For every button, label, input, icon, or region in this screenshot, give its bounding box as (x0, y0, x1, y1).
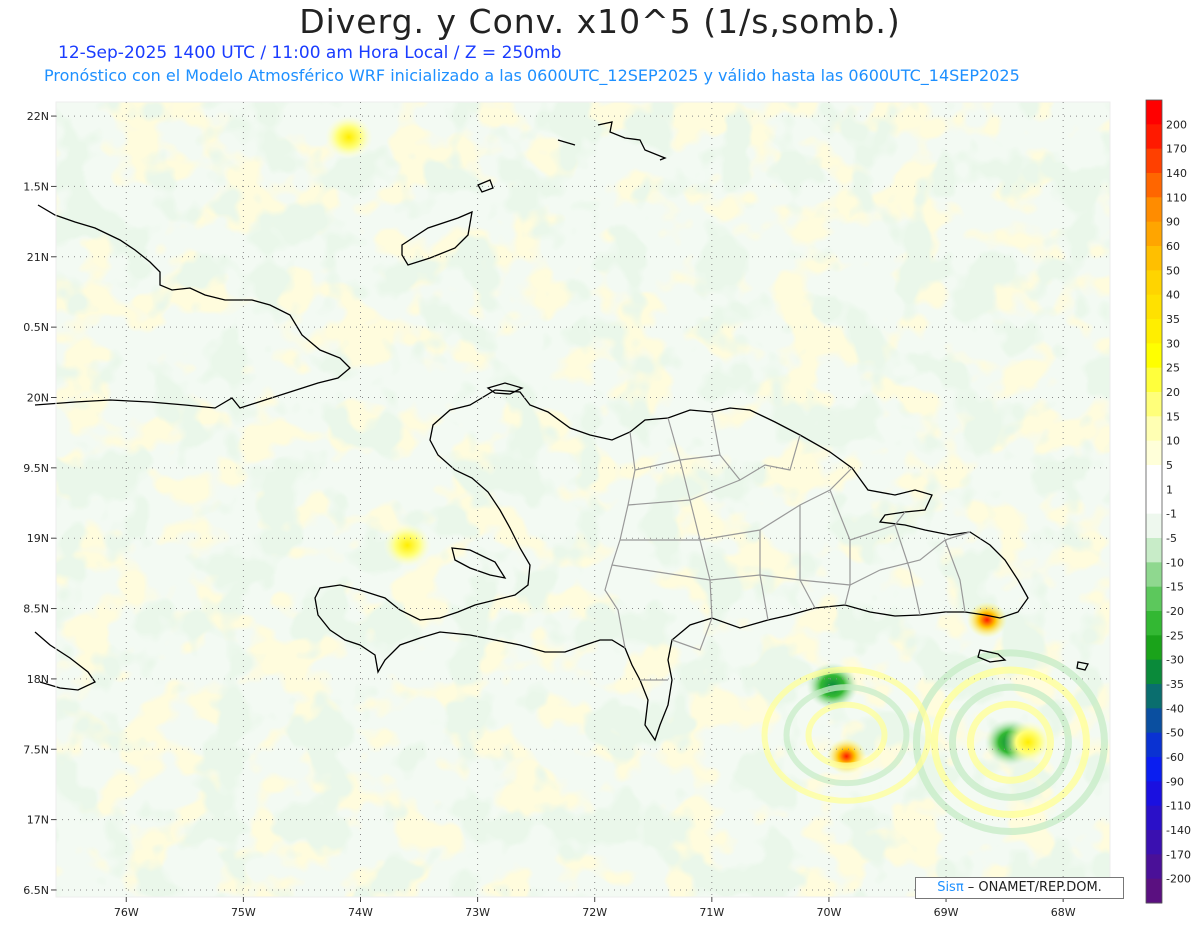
colorbar-swatch (1146, 562, 1162, 588)
lat-tick-label: 19N (27, 532, 49, 545)
colorbar-swatch (1146, 148, 1162, 174)
colorbar-level-label: 50 (1166, 264, 1180, 277)
colorbar-swatch (1146, 684, 1162, 709)
colorbar-level-label: 60 (1166, 240, 1180, 253)
colorbar-swatch (1146, 732, 1162, 758)
field-feature (324, 115, 373, 159)
colorbar-swatch (1146, 197, 1162, 223)
colorbar-swatch (1146, 246, 1162, 271)
lon-tick-label: 74W (348, 906, 373, 919)
colorbar-level-label: -25 (1166, 629, 1184, 642)
colorbar-level-label: 5 (1166, 459, 1173, 472)
colorbar-level-label: -40 (1166, 702, 1184, 715)
lat-tick-label: 21N (27, 251, 49, 264)
colorbar-swatch (1146, 440, 1162, 466)
colorbar-level-label: 1 (1166, 483, 1173, 496)
colorbar-swatch (1146, 173, 1162, 198)
colorbar-swatch (1146, 635, 1162, 661)
lat-tick-label: 17N (27, 814, 49, 827)
lat-tick-label: 1.5N (23, 180, 49, 193)
colorbar-level-label: -5 (1166, 532, 1177, 545)
lon-tick-label: 69W (934, 906, 959, 919)
sispi-logo-text: Sisπ (937, 880, 964, 895)
lon-tick-label: 70W (816, 906, 841, 919)
colorbar-swatch (1146, 367, 1162, 393)
colorbar-level-label: -110 (1166, 800, 1191, 813)
colorbar-level-label: -20 (1166, 605, 1184, 618)
lat-tick-label: 9.5N (23, 462, 49, 475)
colorbar-level-label: -200 (1166, 873, 1191, 886)
colorbar-swatch (1146, 124, 1162, 150)
lat-tick-label: 7.5N (23, 743, 49, 756)
divergence-field (56, 102, 1110, 897)
colorbar-level-label: 10 (1166, 435, 1180, 448)
colorbar-level-label: 25 (1166, 362, 1180, 375)
colorbar-swatch (1146, 294, 1162, 320)
lat-tick-label: 20N (27, 391, 49, 404)
colorbar-swatch (1146, 513, 1162, 539)
colorbar-swatch (1146, 489, 1162, 515)
colorbar-level-label: -10 (1166, 556, 1184, 569)
colorbar-level-label: 200 (1166, 118, 1187, 131)
colorbar-level-label: -30 (1166, 654, 1184, 667)
latitude-axis: 22N 1.5N 21N 0.5N 20N 9.5N 19N 8.5N 18N 7.5N 17N 6.… (23, 110, 56, 897)
lat-tick-label: 6.5N (23, 884, 49, 897)
lon-tick-label: 73W (465, 906, 490, 919)
colorbar-swatch (1146, 100, 1162, 125)
colorbar-level-label: 170 (1166, 143, 1187, 156)
colorbar-level-label: 20 (1166, 386, 1180, 399)
colorbar-swatch (1146, 878, 1162, 904)
colorbar-swatch (1146, 392, 1162, 417)
colorbar-level-label: -1 (1166, 508, 1177, 521)
colorbar-swatch (1146, 708, 1162, 734)
colorbar-level-label: -35 (1166, 678, 1184, 691)
colorbar-level-label: -50 (1166, 727, 1184, 740)
colorbar-level-label: 140 (1166, 167, 1187, 180)
colorbar-level-label: -170 (1166, 848, 1191, 861)
colorbar-swatch (1146, 659, 1162, 685)
colorbar-swatch (1146, 465, 1162, 490)
longitude-axis: 76W 75W 74W 73W 72W 71W 70W 69W 68W (114, 897, 1076, 919)
lat-tick-label: 18N (27, 673, 49, 686)
colorbar-swatch (1146, 319, 1162, 344)
colorbar-swatch (1146, 611, 1162, 636)
field-feature (826, 738, 867, 775)
colorbar-swatch (1146, 416, 1162, 442)
lat-tick-label: 22N (27, 110, 49, 123)
lat-tick-label: 8.5N (23, 603, 49, 616)
colorbar-level-label: -140 (1166, 824, 1191, 837)
credit-org: – ONAMET/REP.DOM. (963, 880, 1102, 895)
colorbar-swatch (1146, 781, 1162, 807)
colorbar-swatch (1146, 221, 1162, 247)
colorbar-level-label: -60 (1166, 751, 1184, 764)
colorbar-level-label: 35 (1166, 313, 1180, 326)
colorbar-level-label: 40 (1166, 289, 1180, 302)
field-feature (967, 601, 1008, 638)
colorbar-swatch (1146, 343, 1162, 369)
colorbar-level-label: -90 (1166, 775, 1184, 788)
colorbar-swatch (1146, 586, 1162, 612)
lon-tick-label: 75W (231, 906, 256, 919)
forecast-map: 22N 1.5N 21N 0.5N 20N 9.5N 19N 8.5N 18N 7.5N 17N 6.… (23, 99, 1191, 919)
colorbar-swatch (1146, 854, 1162, 880)
colorbar-swatch (1146, 270, 1162, 296)
lon-tick-label: 72W (582, 906, 607, 919)
colorbar-level-label: 15 (1166, 410, 1180, 423)
lon-tick-label: 76W (114, 906, 139, 919)
colorbar-level-label: 110 (1166, 191, 1187, 204)
colorbar-swatch (1146, 538, 1162, 563)
colorbar-level-label: 30 (1166, 337, 1180, 350)
credit-box: Sisπ – ONAMET/REP.DOM. (915, 877, 1124, 899)
colorbar-level-label: 90 (1166, 216, 1180, 229)
field-feature (383, 523, 432, 567)
colorbar-swatch (1146, 830, 1162, 855)
colorbar-swatch (1146, 757, 1162, 782)
lat-tick-label: 0.5N (23, 321, 49, 334)
colorbar-swatch (1146, 805, 1162, 831)
lon-tick-label: 68W (1051, 906, 1076, 919)
lon-tick-label: 71W (699, 906, 724, 919)
colorbar-legend: 200 170 140 110 90 60 50 40 35 30 25 20 15 10 5 1 -1 -5 -1… (1145, 99, 1191, 904)
colorbar-level-label: -15 (1166, 581, 1184, 594)
